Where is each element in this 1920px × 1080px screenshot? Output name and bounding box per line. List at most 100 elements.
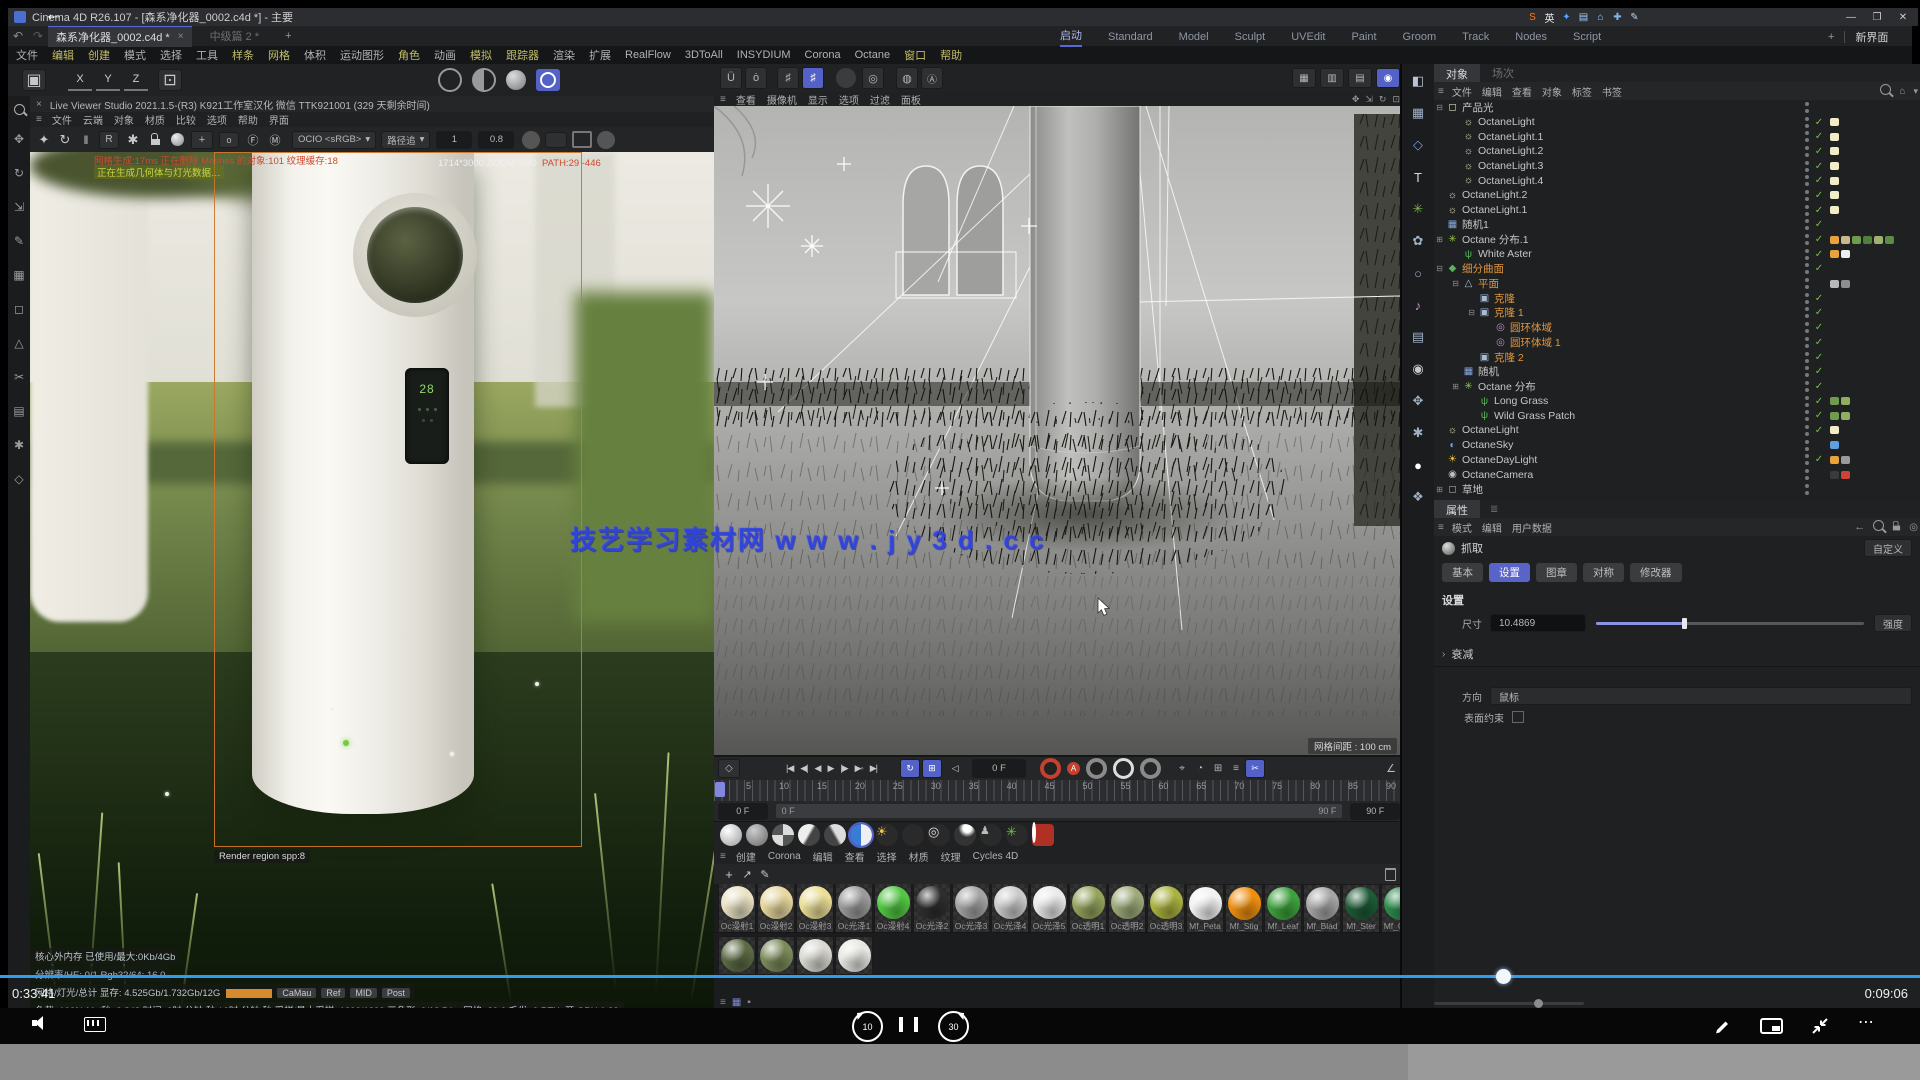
object-tree-row[interactable]: ☼ OctaneLight.2 ✓ [1434, 188, 1920, 203]
workspace-tab[interactable]: Standard [1108, 31, 1153, 43]
enabled-check-icon[interactable]: ✓ [1810, 175, 1828, 186]
menu-item[interactable]: 文件 [16, 47, 38, 63]
object-tree-row[interactable]: ⊞ ✳ Octane 分布.1 ✓ [1434, 232, 1920, 247]
tab-attributes[interactable]: 属性 [1434, 500, 1480, 518]
enabled-check-icon[interactable]: ✓ [1810, 425, 1828, 436]
magnet-snap-icon[interactable]: ✂ [1245, 759, 1265, 778]
tool-icon[interactable]: ▦ [8, 258, 30, 292]
tray-icon[interactable]: 英 [1541, 10, 1558, 25]
material-swatch[interactable]: Oc透明3 [1147, 884, 1185, 932]
menu-item[interactable]: 帮助 [940, 47, 962, 63]
focus-pick-icon[interactable]: Ⓕ [242, 132, 264, 148]
object-tree-row[interactable]: ☼ OctaneLight ✓ [1434, 423, 1920, 438]
live-viewer-menu-item[interactable]: 帮助 [238, 112, 258, 127]
render-view-icon[interactable]: ▦ [1292, 68, 1316, 88]
object-name[interactable]: OctaneCamera [1462, 469, 1533, 481]
material-swatch[interactable]: Mf_Stig [1225, 884, 1263, 932]
workspace-tab[interactable]: Groom [1403, 31, 1437, 43]
target-icon[interactable]: ◎ [1909, 522, 1918, 533]
visibility-dots[interactable] [1805, 322, 1810, 333]
material-swatch[interactable]: Mf_Ster [1342, 884, 1380, 932]
timeline-ruler[interactable]: 51015202530354045505560657075808590 [714, 780, 1400, 801]
visibility-dots[interactable] [1805, 381, 1810, 392]
samples-field[interactable]: 1 [436, 131, 472, 149]
object-tag-chips[interactable] [1828, 426, 1914, 434]
attributes-menu-item[interactable]: 用户数据 [1512, 520, 1552, 535]
material-swatch[interactable]: Oc光泽2 [913, 884, 951, 932]
object-tree-row[interactable]: ▣ 克隆 2 ✓ [1434, 350, 1920, 365]
viewport-sphere-icon-4[interactable]: Ⓐ [921, 67, 943, 89]
attribute-tab[interactable]: 对称 [1583, 563, 1624, 582]
tray-icon[interactable]: ✦ [1558, 12, 1575, 23]
material-menu-item[interactable]: 纹理 [941, 849, 961, 864]
material-swatch[interactable]: Oc光泽3 [952, 884, 990, 932]
menu-item[interactable]: 编辑 [52, 47, 74, 63]
object-tag-chips[interactable] [1828, 338, 1914, 346]
object-name[interactable]: Octane 分布.1 [1462, 232, 1529, 247]
viewport-3d-scene[interactable] [714, 106, 1400, 755]
tray-icon[interactable]: ✚ [1609, 12, 1626, 23]
object-menu-item[interactable]: 编辑 [1482, 84, 1502, 99]
tab-objects[interactable]: 对象 [1434, 64, 1480, 82]
material-menu-item[interactable]: 材质 [909, 849, 929, 864]
object-tag-chips[interactable] [1828, 177, 1914, 185]
pan-icon[interactable]: ✥ [1352, 94, 1360, 105]
search-icon[interactable] [1880, 82, 1891, 100]
live-viewer-menu-item[interactable]: 材质 [145, 112, 165, 127]
object-tag-chips[interactable] [1828, 412, 1914, 420]
object-tag-chips[interactable] [1828, 147, 1914, 155]
material-swatch[interactable]: Oc光泽1 [835, 884, 873, 932]
viewport-sphere-icon-1[interactable] [836, 68, 856, 88]
enabled-check-icon[interactable]: ✓ [1810, 381, 1828, 392]
object-name[interactable]: OctaneLight.4 [1478, 175, 1543, 187]
object-tag-chips[interactable] [1828, 368, 1914, 376]
object-tree-row[interactable]: ▦ 随机1 ✓ [1434, 218, 1920, 233]
key-rot-icon[interactable]: ◔ [1191, 763, 1209, 774]
right-tool-icon[interactable]: ▤ [1403, 322, 1433, 352]
material-swatch[interactable]: Oc光泽4 [991, 884, 1029, 932]
object-tree-row[interactable]: ⊞ ◻ 草地 [1434, 482, 1920, 497]
object-tree-row[interactable]: ☼ OctaneLight.4 ✓ [1434, 173, 1920, 188]
object-tag-chips[interactable] [1828, 397, 1914, 405]
render-passes-icon[interactable] [522, 131, 540, 149]
object-tree-row[interactable]: ☼ OctaneLight.1 ✓ [1434, 203, 1920, 218]
close-button[interactable]: ✕ [1890, 12, 1916, 23]
video-progress-knob[interactable] [1496, 969, 1511, 984]
menu-item[interactable]: Octane [855, 49, 890, 61]
minimize-button[interactable]: — [1838, 12, 1864, 23]
enabled-check-icon[interactable]: ✓ [1810, 263, 1828, 274]
axis-lock-button[interactable]: Y [96, 69, 120, 91]
right-tool-icon[interactable]: ◧ [1403, 66, 1433, 96]
object-name[interactable]: OctaneDayLight [1462, 454, 1537, 466]
object-tag-chips[interactable] [1828, 118, 1914, 126]
enabled-check-icon[interactable]: ✓ [1810, 322, 1828, 333]
tree-caret-icon[interactable]: ⊞ [1434, 485, 1445, 494]
material-swatch[interactable]: Oc透明2 [1108, 884, 1146, 932]
workspace-tab[interactable]: Nodes [1515, 31, 1547, 43]
forward-30-button[interactable]: 30 [938, 1011, 969, 1042]
visibility-dots[interactable] [1805, 263, 1810, 274]
enabled-check-icon[interactable]: ✓ [1810, 293, 1828, 304]
pause-render-icon[interactable]: ‖ [76, 133, 96, 147]
object-name[interactable]: OctaneLight.2 [1462, 189, 1527, 201]
material-swatch[interactable]: Mf_Leaf [1264, 884, 1302, 932]
menu-item[interactable]: 窗口 [904, 47, 926, 63]
star-icon[interactable]: ✦ [34, 132, 54, 148]
viewport-menu-item[interactable]: 面板 [901, 92, 921, 107]
tab-add-button[interactable]: + [285, 30, 291, 42]
menu-item[interactable]: 选择 [160, 47, 182, 63]
right-tool-icon[interactable]: ✥ [1403, 386, 1433, 416]
enabled-check-icon[interactable]: ✓ [1810, 190, 1828, 201]
visibility-dots[interactable] [1805, 205, 1810, 216]
pick-material-icon[interactable]: ✎ [756, 868, 774, 881]
viewport-menu-item[interactable]: 查看 [736, 92, 756, 107]
tool-icon[interactable]: ⇲ [8, 190, 30, 224]
object-tree-row[interactable]: ☼ OctaneLight ✓ [1434, 115, 1920, 130]
object-tree-row[interactable]: ☼ OctaneLight.1 ✓ [1434, 129, 1920, 144]
right-tool-icon[interactable]: ♪ [1403, 290, 1433, 320]
key-scale-icon[interactable] [1140, 758, 1161, 779]
object-tag-chips[interactable] [1828, 162, 1914, 170]
attribute-tab[interactable]: 设置 [1489, 563, 1530, 582]
octane-render-view[interactable]: 28 Render region spp:8 网格生 [30, 152, 714, 1008]
new-layout-button[interactable]: 新界面 [1855, 29, 1888, 45]
